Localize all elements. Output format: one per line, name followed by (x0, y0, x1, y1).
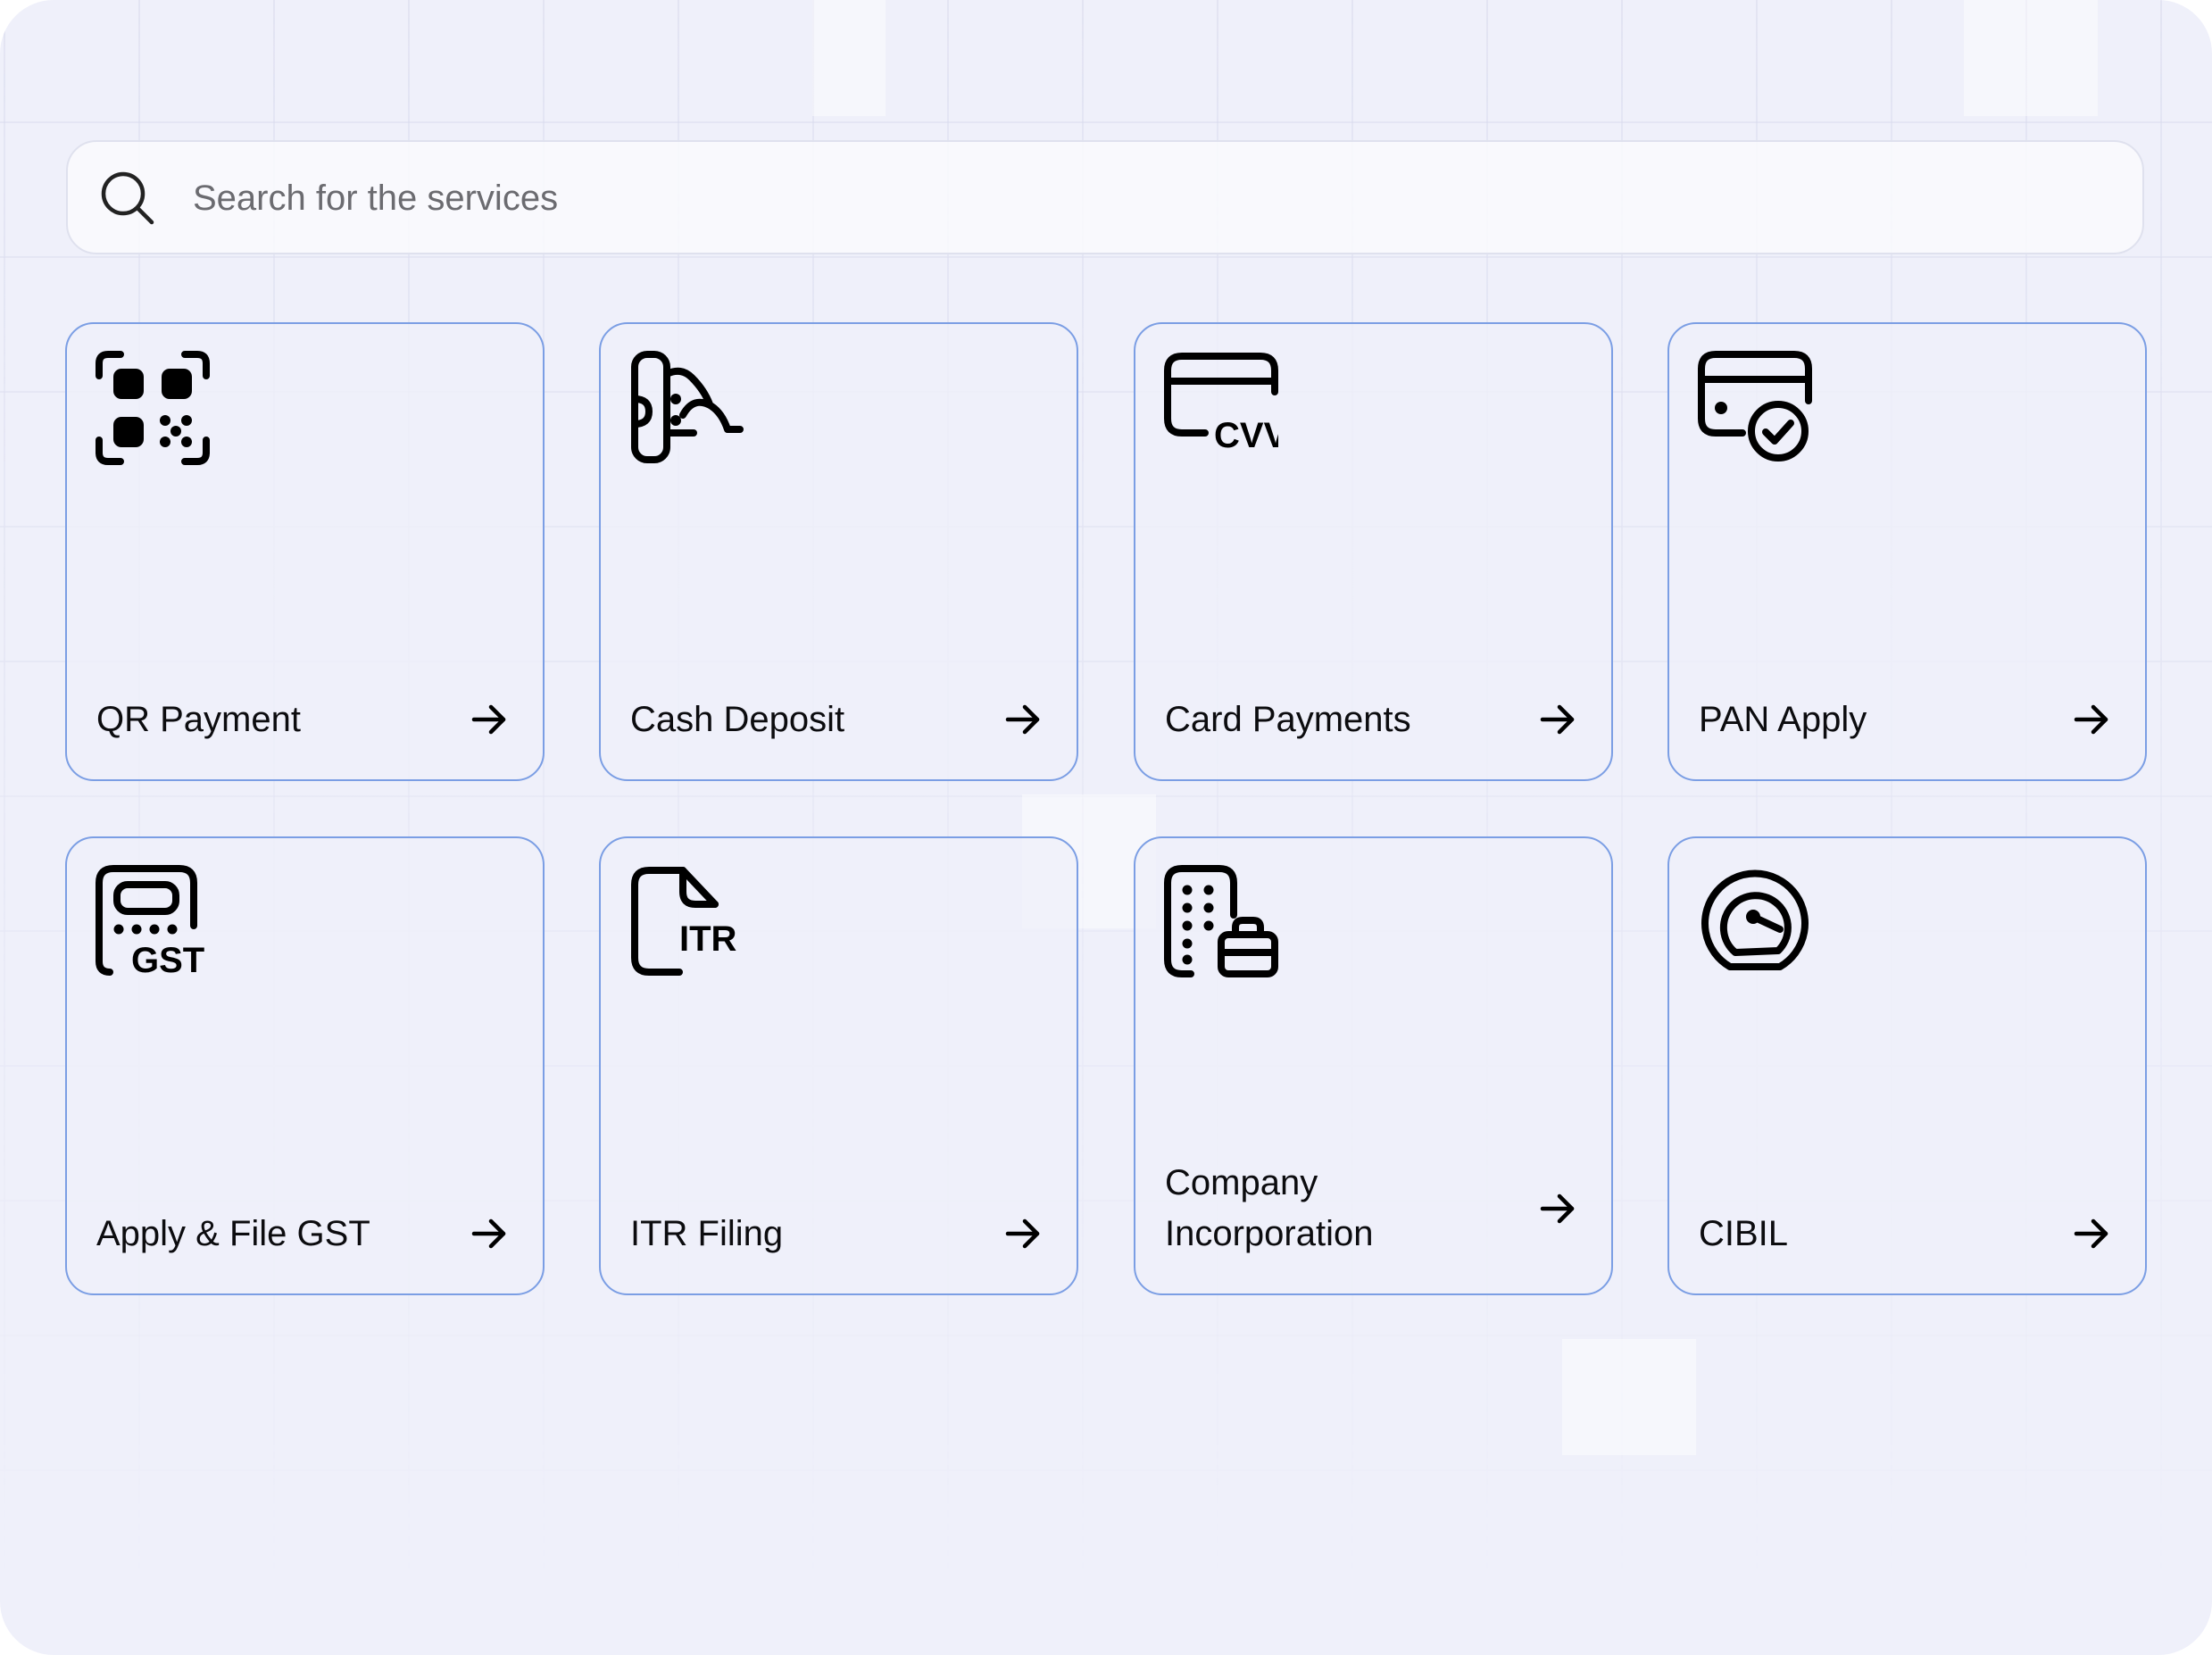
arrow-right-icon (471, 704, 506, 735)
itr-document-icon: ITR (631, 867, 737, 976)
svg-text:ITR: ITR (679, 919, 737, 959)
card-cvv-icon: CVV (1164, 353, 1278, 455)
arrow-right-icon (1540, 704, 1575, 735)
company-building-icon (1164, 865, 1278, 977)
pan-card-check-icon (1698, 351, 1812, 462)
service-label: Apply & File GST (96, 1214, 370, 1253)
background-tile (1562, 1339, 1696, 1455)
service-card-qr-payment[interactable]: QR Payment (65, 322, 545, 781)
search-bar[interactable] (66, 140, 2144, 254)
arrow-right-icon (1540, 1193, 1575, 1224)
service-label: Cash Deposit (630, 700, 845, 739)
arrow-right-icon (471, 1218, 506, 1249)
service-card-itr-filing[interactable]: ITR ITR Filing (599, 836, 1078, 1295)
arrow-right-icon (1005, 1218, 1040, 1249)
arrow-right-icon (1005, 704, 1040, 735)
qr-code-icon (96, 351, 210, 465)
service-label: ITR Filing (630, 1214, 784, 1253)
service-label: PAN Apply (1699, 700, 1867, 739)
service-card-apply-file-gst[interactable]: GST Apply & File GST (65, 836, 545, 1295)
app-frame: QR Payment Cash Deposit (0, 0, 2212, 1655)
service-card-pan-apply[interactable]: PAN Apply (1667, 322, 2147, 781)
credit-score-gauge-icon (1701, 869, 1809, 970)
search-icon (101, 171, 154, 225)
cash-deposit-icon (631, 351, 744, 463)
svg-text:GST: GST (131, 941, 204, 979)
search-input[interactable] (191, 142, 2116, 254)
service-card-company-incorporation[interactable]: Company Incorporation (1134, 836, 1613, 1295)
svg-text:CVV: CVV (1214, 416, 1278, 455)
service-label: Company Incorporation (1165, 1163, 1374, 1253)
service-card-cash-deposit[interactable]: Cash Deposit (599, 322, 1078, 781)
service-label: QR Payment (96, 700, 301, 739)
service-label: CIBIL (1699, 1214, 1789, 1253)
background-tile (1964, 0, 2098, 116)
gst-receipt-icon: GST (96, 865, 204, 979)
arrow-right-icon (2074, 704, 2108, 735)
background-tile (812, 0, 886, 116)
service-card-card-payments[interactable]: CVV Card Payments (1134, 322, 1613, 781)
service-card-cibil[interactable]: CIBIL (1667, 836, 2147, 1295)
arrow-right-icon (2074, 1218, 2108, 1249)
service-label: Card Payments (1165, 700, 1411, 739)
